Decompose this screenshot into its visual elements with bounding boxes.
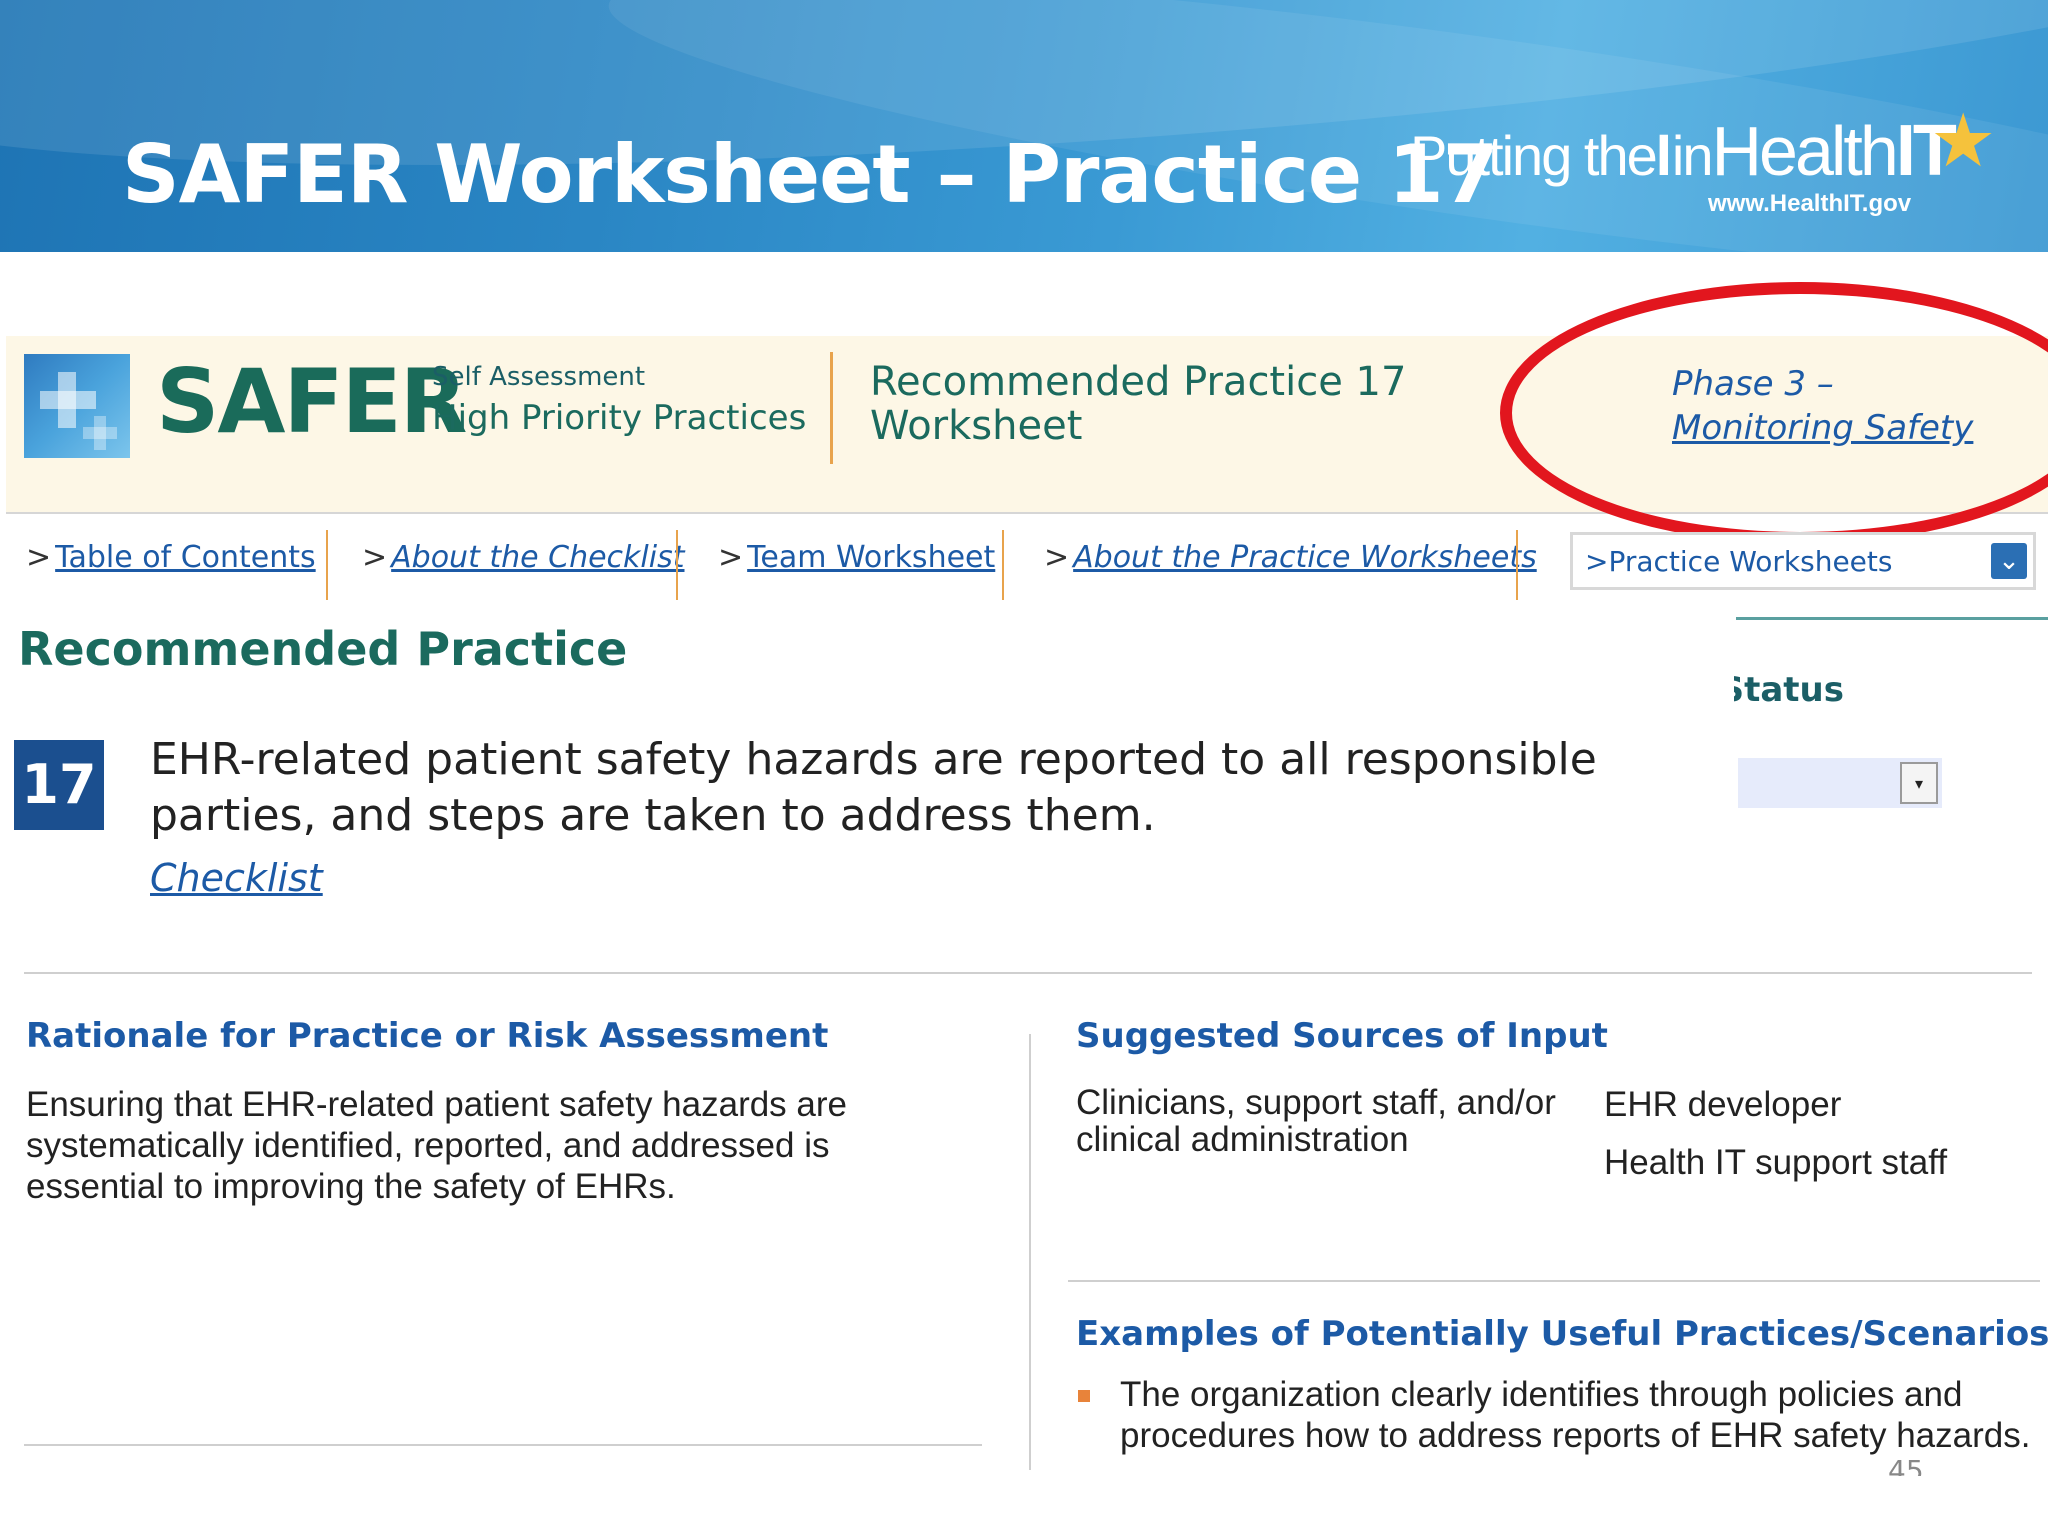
sources-title: Suggested Sources of Input	[1076, 1016, 1608, 1056]
practice-statement: EHR-related patient safety hazards are r…	[150, 734, 1597, 841]
chevron-right-icon: >	[718, 540, 744, 575]
sources-col2-line2: Health IT support staff	[1604, 1143, 1948, 1182]
nav-divider	[676, 530, 678, 600]
worksheet-title: Recommended Practice 17 Worksheet	[870, 360, 1406, 448]
nav-about-checklist[interactable]: > About the Checklist	[362, 540, 685, 575]
nav-divider	[1002, 530, 1004, 600]
logo-i: I	[1655, 123, 1672, 188]
logo-putting: Putting the	[1410, 124, 1658, 187]
page-number: 45	[1888, 1454, 1924, 1476]
recommended-practice-heading: Recommended Practice	[18, 622, 628, 676]
chevron-right-icon: >	[26, 540, 52, 575]
self-assessment-label: Self Assessment	[432, 362, 646, 392]
nav-team-worksheet[interactable]: > Team Worksheet	[718, 540, 995, 575]
worksheet-title-line2: Worksheet	[870, 403, 1083, 449]
nav-divider	[1516, 530, 1518, 600]
chevron-right-icon: >	[1585, 545, 1609, 578]
section-divider	[24, 1444, 982, 1446]
nav-label: About the Checklist	[391, 540, 685, 575]
select-label: >Practice Worksheets	[1585, 545, 1893, 578]
logo-health: Health	[1711, 112, 1898, 190]
practice-number-badge: 17	[14, 740, 104, 830]
slide-title: SAFER Worksheet – Practice 17	[122, 128, 1498, 221]
dropdown-arrow-icon[interactable]: ▾	[1900, 762, 1938, 804]
healthit-logo: Putting theIinHealthIT	[1410, 110, 1957, 192]
chevron-right-icon: >	[362, 540, 388, 575]
examples-title: Examples of Potentially Useful Practices…	[1076, 1314, 2048, 1354]
nav-table-of-contents[interactable]: > Table of Contents	[26, 540, 316, 575]
star-icon: ★	[1930, 98, 1997, 184]
logo-in: in	[1671, 124, 1714, 187]
bullet-icon	[1078, 1390, 1090, 1402]
sources-col2-line1: EHR developer	[1604, 1085, 1842, 1124]
section-divider	[24, 972, 2032, 974]
status-divider	[1736, 617, 2048, 620]
practice-worksheets-select[interactable]: >Practice Worksheets ⌄	[1570, 532, 2036, 590]
nav-label: Team Worksheet	[747, 540, 996, 575]
header-divider	[830, 352, 833, 464]
logo-url: www.HealthIT.gov	[1708, 190, 1912, 217]
chevron-right-icon: >	[1044, 540, 1070, 575]
nav-divider	[326, 530, 328, 600]
safer-logo: SAFER	[156, 350, 467, 453]
example-item: The organization clearly identifies thro…	[1120, 1375, 2031, 1455]
worksheet-title-line1: Recommended Practice 17	[870, 359, 1407, 405]
checklist-link[interactable]: Checklist	[150, 856, 323, 900]
rationale-text: Ensuring that EHR-related patient safety…	[26, 1085, 847, 1206]
chevron-down-icon[interactable]: ⌄	[1991, 543, 2027, 579]
nav-label: About the Practice Worksheets	[1073, 540, 1537, 575]
medical-cross-icon	[24, 354, 130, 458]
nav-about-practice-worksheets[interactable]: > About the Practice Worksheets	[1044, 540, 1537, 575]
column-divider	[1029, 1034, 1031, 1470]
section-divider	[1068, 1280, 2040, 1282]
high-priority-label: High Priority Practices	[432, 398, 807, 438]
nav-label: Table of Contents	[55, 540, 316, 575]
status-label: Status	[1734, 670, 1844, 710]
rationale-title: Rationale for Practice or Risk Assessmen…	[26, 1016, 829, 1056]
sources-col1: Clinicians, support staff, and/or clinic…	[1076, 1083, 1556, 1159]
